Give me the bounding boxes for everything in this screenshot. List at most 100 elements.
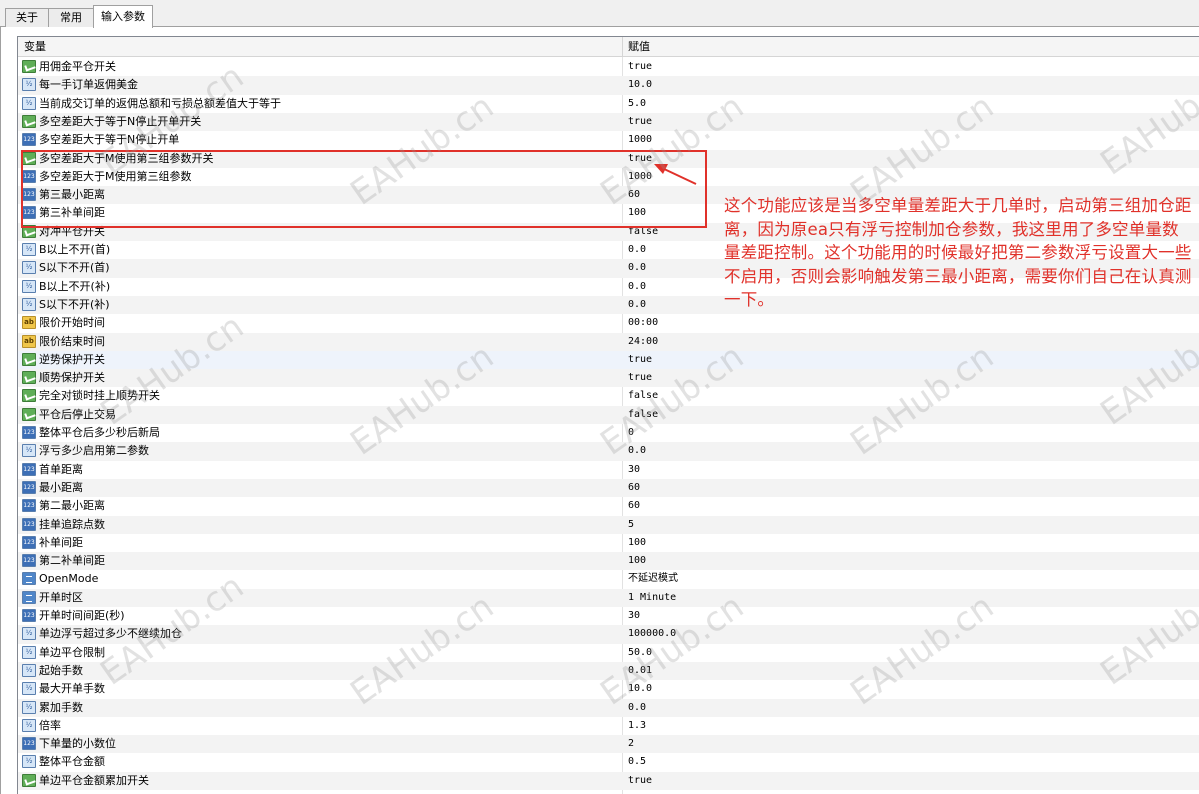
- variable-value[interactable]: 100000.0: [628, 625, 676, 643]
- table-row[interactable]: ½ 整体平仓金额 0.5: [18, 753, 1199, 771]
- variable-value[interactable]: 1000: [628, 131, 652, 149]
- table-row[interactable]: 单边平仓金额累加开关 true: [18, 771, 1199, 790]
- variable-name: 第二最小距离: [39, 499, 105, 513]
- tab-common[interactable]: 常用: [48, 8, 94, 27]
- variable-name: 逆势保护开关: [39, 352, 105, 366]
- table-row[interactable]: 123 第二补单间距 100: [18, 552, 1199, 571]
- variable-value[interactable]: 0.0: [628, 442, 646, 460]
- variable-value[interactable]: 5.0: [628, 95, 646, 113]
- variable-value[interactable]: 1.3: [628, 717, 646, 735]
- table-row[interactable]: 123 开单时间间距(秒) 30: [18, 607, 1199, 625]
- variable-value[interactable]: 0.0: [628, 699, 646, 717]
- variable-value[interactable]: 0.0: [628, 241, 646, 259]
- variable-value[interactable]: 0.5: [628, 753, 646, 771]
- variable-value[interactable]: 0.0: [628, 296, 646, 314]
- table-row[interactable]: 123 挂单追踪点数 5: [18, 515, 1199, 534]
- variable-name: S以下不开(首): [39, 261, 110, 275]
- grid-header: 变量 赋值: [18, 37, 1199, 57]
- variable-value[interactable]: 30: [628, 607, 640, 625]
- variable-value[interactable]: 100: [628, 534, 646, 552]
- variable-name: 单边平仓金额累加开关: [39, 773, 149, 787]
- variable-value[interactable]: true: [628, 113, 652, 131]
- variable-name: 平仓后停止交易: [39, 407, 116, 421]
- table-row[interactable]: 123 下单量的小数位 2: [18, 735, 1199, 754]
- table-row[interactable]: ½ 每一手订单返佣美金 10.0: [18, 76, 1199, 95]
- variable-value[interactable]: true: [628, 351, 652, 369]
- integer-icon: 123: [22, 426, 36, 439]
- variable-name: 起始手数: [39, 663, 83, 677]
- table-row[interactable]: 用佣金平仓开关 true: [18, 58, 1199, 76]
- variable-name: 倍率: [39, 718, 61, 732]
- column-header-variable[interactable]: 变量: [24, 37, 46, 57]
- double-icon: ½: [22, 718, 36, 732]
- table-row[interactable]: ½ 单边平仓限制 50.0: [18, 644, 1199, 662]
- table-row[interactable]: 123 多空差距大于等于N停止开单 1000: [18, 131, 1199, 149]
- integer-icon: 123: [22, 609, 36, 622]
- table-row[interactable]: ½ 最大开单手数 10.0: [18, 680, 1199, 698]
- table-row[interactable]: 123 第二最小距离 60: [18, 497, 1199, 515]
- tab-about[interactable]: 关于: [5, 8, 49, 27]
- double-icon: ½: [22, 755, 36, 769]
- string-icon: ab: [22, 316, 36, 330]
- variable-name: 每一手订单返佣美金: [39, 78, 138, 92]
- table-row[interactable]: ½ 浮亏多少启用第二参数 0.0: [18, 442, 1199, 461]
- table-row[interactable]: 123 补单间距 100: [18, 534, 1199, 552]
- column-header-value[interactable]: 赋值: [628, 37, 650, 57]
- table-row[interactable]: ab 限价结束时间 24:00: [18, 332, 1199, 351]
- variable-value[interactable]: 0: [628, 424, 634, 442]
- integer-icon: 123: [22, 480, 36, 494]
- variable-value[interactable]: 100: [628, 552, 646, 570]
- variable-value[interactable]: true: [628, 772, 652, 790]
- table-row[interactable]: 123 整体平仓后多少秒后新局 0: [18, 424, 1199, 442]
- integer-icon: 123: [22, 499, 36, 513]
- table-row[interactable]: 逆势保护开关 true: [18, 350, 1199, 370]
- variable-value[interactable]: 10.0: [628, 76, 652, 94]
- table-row[interactable]: 平仓后停止交易 false: [18, 405, 1199, 424]
- variable-value[interactable]: false: [628, 387, 658, 405]
- string-icon: ab: [22, 334, 36, 348]
- variable-value[interactable]: true: [628, 58, 652, 76]
- tab-input-params-label: 输入参数: [101, 10, 145, 23]
- variable-value[interactable]: 0.0: [628, 259, 646, 277]
- table-row[interactable]: ½ 起始手数 0.01: [18, 661, 1199, 681]
- bool-icon: [22, 352, 36, 366]
- double-icon: ½: [22, 96, 36, 110]
- variable-name: 整体平仓后多少秒后新局: [39, 426, 160, 439]
- variable-value[interactable]: 60: [628, 497, 640, 515]
- table-row[interactable]: 完全对锁时挂上顺势开关 false: [18, 387, 1199, 405]
- annotation-arrow: [654, 164, 697, 185]
- variable-value[interactable]: 1 Minute: [628, 589, 676, 607]
- double-icon: ½: [22, 682, 36, 696]
- table-row[interactable]: 开单时区 1 Minute: [18, 588, 1199, 607]
- variable-value[interactable]: 24:00: [628, 333, 658, 351]
- variable-value[interactable]: 30: [628, 461, 640, 479]
- variable-value[interactable]: false: [628, 406, 658, 424]
- table-row[interactable]: 123 最小距离 60: [18, 478, 1199, 498]
- variable-value[interactable]: 10.0: [628, 680, 652, 698]
- variable-value[interactable]: 0.01: [628, 662, 652, 680]
- variable-name: 开单时间间距(秒): [39, 609, 125, 622]
- variable-value[interactable]: true: [628, 369, 652, 387]
- table-row[interactable]: 123 首单距离 30: [18, 461, 1199, 479]
- table-row[interactable]: 多空差距大于等于N停止开单开关 true: [18, 112, 1199, 132]
- variable-value[interactable]: 2: [628, 735, 634, 753]
- table-row[interactable]: ½ 单边浮亏超过多少不继续加仓 100000.0: [18, 625, 1199, 644]
- variable-value[interactable]: 50.0: [628, 644, 652, 662]
- integer-icon: 123: [22, 462, 36, 476]
- bool-icon: [22, 114, 36, 128]
- table-row[interactable]: OpenMode 不延迟模式: [18, 570, 1199, 588]
- variable-value[interactable]: 不延迟模式: [628, 570, 678, 588]
- bool-icon: [22, 60, 36, 73]
- table-row[interactable]: ab 限价开始时间 00:00: [18, 314, 1199, 332]
- variable-value[interactable]: 60: [628, 479, 640, 497]
- variable-value[interactable]: 0.0: [628, 278, 646, 296]
- double-icon: ½: [22, 700, 36, 714]
- table-row[interactable]: ½ 当前成交订单的返佣总额和亏损总额差值大于等于 5.0: [18, 95, 1199, 113]
- variable-value[interactable]: 00:00: [628, 314, 658, 332]
- tab-input-params[interactable]: 输入参数: [93, 5, 153, 28]
- table-row[interactable]: ½ 累加手数 0.0: [18, 698, 1199, 717]
- table-row[interactable]: ½ 倍率 1.3: [18, 717, 1199, 735]
- variable-value[interactable]: 5: [628, 516, 634, 534]
- double-icon: ½: [22, 444, 36, 458]
- table-row[interactable]: 顺势保护开关 true: [18, 369, 1199, 388]
